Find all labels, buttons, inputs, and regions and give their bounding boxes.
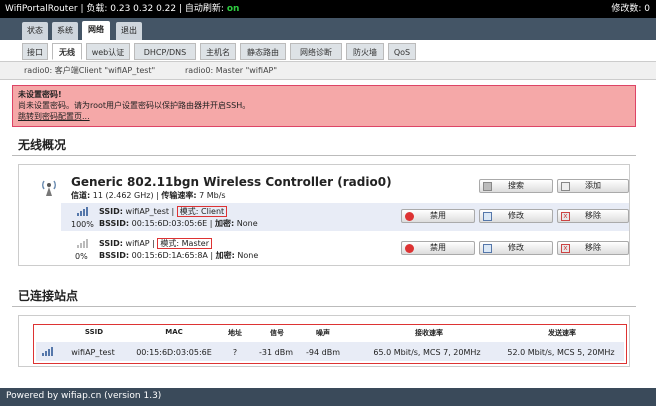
remove-icon: x xyxy=(561,212,570,221)
cell-noise: -94 dBm xyxy=(306,348,340,357)
top-status-bar: WifiPortalRouter | 负载: 0.23 0.32 0.22 | … xyxy=(0,0,656,18)
password-alert: 未设置密码! 尚未设置密码。请为root用户设置密码以保护路由器并开启SSH。 … xyxy=(12,85,636,127)
tab-interfaces[interactable]: 接口 xyxy=(22,43,48,60)
tab-firewall[interactable]: 防火墙 xyxy=(346,43,384,60)
device-name: Generic 802.11bgn Wireless Controller (r… xyxy=(71,175,392,189)
column-header: SSID xyxy=(84,328,104,336)
wireless-overview: Generic 802.11bgn Wireless Controller (r… xyxy=(18,164,630,266)
stations-table: SSID MAC 地址 信号 噪声 接收速率 发送速率 wifiAP_test … xyxy=(33,324,627,364)
channel-value: 11 (2.462 GHz) xyxy=(92,191,154,200)
load-value: 0.23 0.32 0.22 xyxy=(110,4,177,14)
device-info: 信道: 11 (2.462 GHz) | 传输速率: 7 Mb/s xyxy=(71,191,226,200)
edit-icon xyxy=(483,212,492,221)
cell-rx-rate: 65.0 Mbit/s, MCS 7, 20MHz xyxy=(373,348,481,357)
mode-value: 模式: Client xyxy=(176,206,228,217)
changes-counter[interactable]: 修改数: 0 xyxy=(611,0,650,18)
column-header: MAC xyxy=(165,328,183,336)
tab-status[interactable]: 状态 xyxy=(22,22,48,40)
tab-network[interactable]: 网络 xyxy=(82,21,110,40)
add-icon xyxy=(561,182,570,191)
cell-signal: -31 dBm xyxy=(259,348,293,357)
edit-button[interactable]: 修改 xyxy=(479,209,553,223)
main-menu: 状态 系统 网络 退出 xyxy=(0,18,656,40)
ssid-value: wifiAP xyxy=(125,239,150,248)
network-row: 100% SSID: wifiAP_test | 模式: Client BSSI… xyxy=(61,203,629,231)
stations-heading: 已连接站点 xyxy=(18,289,79,303)
encryption-value: None xyxy=(236,219,258,228)
wireless-heading: 无线概况 xyxy=(18,138,67,152)
scan-button[interactable]: 搜索 xyxy=(479,179,553,193)
main-content: 未设置密码! 尚未设置密码。请为root用户设置密码以保护路由器并开启SSH。 … xyxy=(0,80,656,388)
alert-title: 未设置密码! xyxy=(18,90,62,99)
bssid-value: 00:15:6D:03:05:6E xyxy=(131,219,208,228)
disable-icon xyxy=(405,244,414,253)
tab-logout[interactable]: 退出 xyxy=(116,22,142,40)
divider xyxy=(12,306,636,307)
signal-percent: 100% xyxy=(71,220,94,229)
network-row: 0% SSID: wifiAP | 模式: Master BSSID: 00:1… xyxy=(61,235,629,263)
signal-none-icon xyxy=(77,239,88,248)
column-header: 发送速率 xyxy=(548,329,576,337)
edit-icon xyxy=(483,244,492,253)
radio-antenna-icon xyxy=(42,180,56,196)
link-radio0-client[interactable]: radio0: 客户端Client "wifiAP_test" xyxy=(24,62,155,80)
remove-button[interactable]: x 移除 xyxy=(557,209,629,223)
refresh-toggle[interactable]: on xyxy=(227,4,240,14)
hostname: WifiPortalRouter xyxy=(5,4,78,14)
alert-link[interactable]: 跳转到密码配置页... xyxy=(18,111,630,122)
divider xyxy=(12,155,636,156)
column-header: 信号 xyxy=(270,329,284,337)
tab-dhcp-dns[interactable]: DHCP/DNS xyxy=(134,43,196,60)
tab-diagnostics[interactable]: 网络诊断 xyxy=(290,43,342,60)
mode-value: 模式: Master xyxy=(157,238,212,249)
refresh-label: 自动刷新: xyxy=(184,4,224,14)
column-header: 噪声 xyxy=(316,329,330,337)
cell-address: ? xyxy=(232,348,238,357)
remove-icon: x xyxy=(561,244,570,253)
remove-button[interactable]: x 移除 xyxy=(557,241,629,255)
scan-icon xyxy=(483,182,492,191)
column-header: 接收速率 xyxy=(415,329,443,337)
tab-webauth[interactable]: web认证 xyxy=(86,43,130,60)
tab-hostnames[interactable]: 主机名 xyxy=(200,43,236,60)
edit-button[interactable]: 修改 xyxy=(479,241,553,255)
signal-full-icon xyxy=(77,207,88,216)
add-button[interactable]: 添加 xyxy=(557,179,629,193)
tab-qos[interactable]: QoS xyxy=(388,43,416,60)
radio-submenu: radio0: 客户端Client "wifiAP_test" radio0: … xyxy=(0,62,656,80)
tab-wireless[interactable]: 无线 xyxy=(52,43,82,60)
column-header: 地址 xyxy=(228,329,242,337)
cell-mac: 00:15:6D:03:05:6E xyxy=(136,348,212,357)
tab-static-routes[interactable]: 静态路由 xyxy=(240,43,286,60)
cell-ssid: wifiAP_test xyxy=(71,348,115,357)
rate-value: 7 Mb/s xyxy=(199,191,226,200)
signal-percent: 0% xyxy=(75,252,88,261)
bssid-value: 00:15:6D:1A:65:8A xyxy=(131,251,208,260)
link-radio0-master[interactable]: radio0: Master "wifiAP" xyxy=(185,62,277,80)
signal-icon xyxy=(42,347,53,356)
disable-icon xyxy=(405,212,414,221)
disable-button[interactable]: 禁用 xyxy=(401,241,475,255)
cell-tx-rate: 52.0 Mbit/s, MCS 5, 20MHz xyxy=(507,348,615,357)
tab-system[interactable]: 系统 xyxy=(52,22,78,40)
footer: Powered by wifiap.cn (version 1.3) xyxy=(0,388,656,406)
stations-panel: SSID MAC 地址 信号 噪声 接收速率 发送速率 wifiAP_test … xyxy=(18,315,630,367)
disable-button[interactable]: 禁用 xyxy=(401,209,475,223)
load-label: 负载: xyxy=(86,4,108,14)
network-submenu: 接口 无线 web认证 DHCP/DNS 主机名 静态路由 网络诊断 防火墙 Q… xyxy=(0,40,656,62)
encryption-value: None xyxy=(237,251,259,260)
ssid-value: wifiAP_test xyxy=(125,207,169,216)
alert-text: 尚未设置密码。请为root用户设置密码以保护路由器并开启SSH。 xyxy=(18,101,251,110)
